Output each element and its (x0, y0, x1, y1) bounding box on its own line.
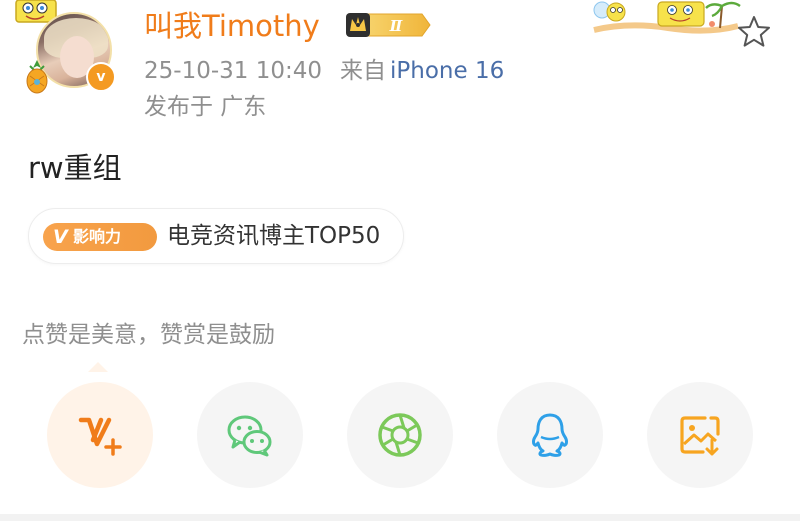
author-name[interactable]: 叫我Timothy (144, 8, 320, 44)
member-crown-badge-icon[interactable]: Ⅱ (344, 10, 432, 40)
beach-decoration-icon (593, 1, 741, 34)
favorite-star-icon[interactable] (736, 14, 772, 50)
bottom-edge (0, 514, 800, 521)
influence-rank-label: 电竞资讯博主TOP50 (167, 223, 381, 249)
pineapple-house-icon (26, 60, 48, 94)
appreciate-prompt: 点赞是美意，赞赏是鼓励 (22, 322, 275, 348)
selection-pointer-icon (88, 362, 108, 372)
verified-badge-icon: v (86, 62, 116, 92)
post-timestamp: 25-10-31 10:40 (144, 58, 322, 84)
influence-tag: V 影响力 (43, 223, 157, 251)
source-prefix: 来自 (340, 58, 386, 84)
post-source-device[interactable]: iPhone 16 (390, 58, 504, 84)
post-location: 发布于 广东 (144, 94, 267, 120)
influence-tag-label: 影响力 (73, 227, 122, 246)
post-content: rw重组 (28, 151, 122, 185)
reward-v-plus-icon (78, 417, 122, 456)
reward-button[interactable] (47, 382, 153, 488)
weibo-post-page: v 叫我Timothy Ⅱ 25-10-31 10:40 来自 iPhone 16 … (0, 0, 800, 521)
author-avatar-group[interactable]: v (24, 12, 120, 94)
moments-aperture-icon (378, 413, 422, 457)
save-image-icon (680, 416, 720, 456)
share-qq-button[interactable] (497, 382, 603, 488)
qq-penguin-icon (532, 413, 568, 457)
save-image-button[interactable] (647, 382, 753, 488)
member-level: Ⅱ (389, 17, 404, 35)
wechat-icon (227, 415, 272, 457)
influence-rank-chip[interactable]: V 影响力 电竞资讯博主TOP50 (28, 208, 404, 264)
influence-v-icon: V (53, 226, 68, 248)
post-meta: 25-10-31 10:40 来自 iPhone 16 (144, 56, 504, 86)
share-moments-button[interactable] (347, 382, 453, 488)
share-wechat-button[interactable] (197, 382, 303, 488)
